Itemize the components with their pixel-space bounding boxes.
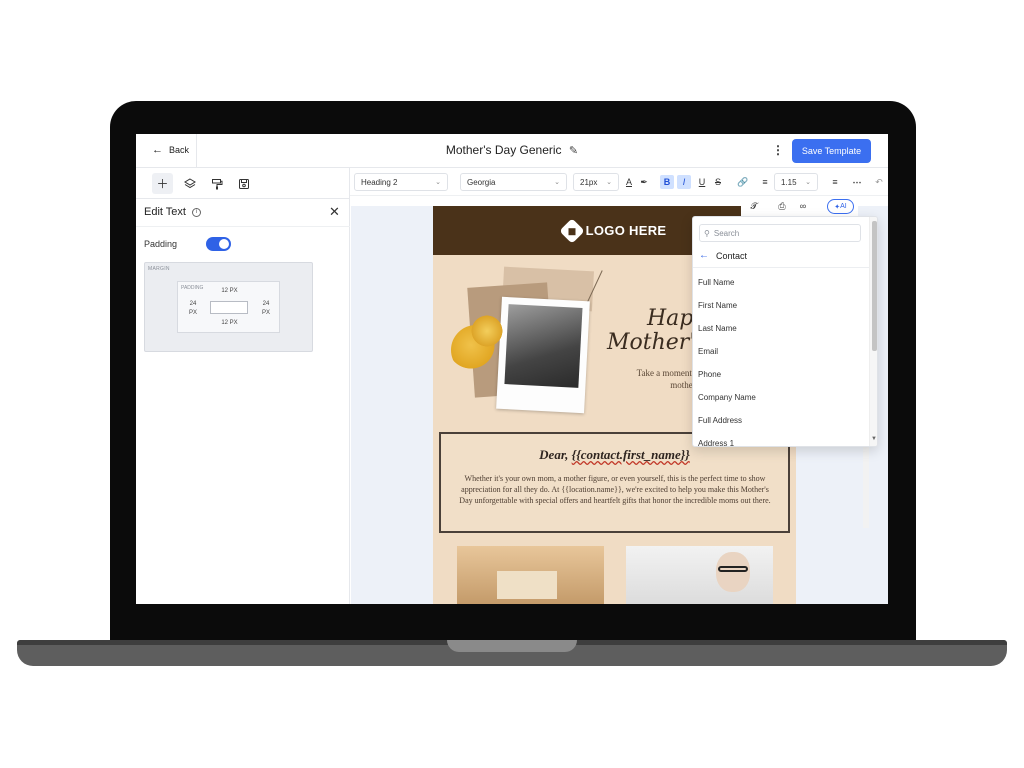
highlight-pen-icon[interactable]: ✒	[637, 175, 651, 189]
gift-photo[interactable]	[457, 546, 604, 604]
font-size-select[interactable]: 21px ⌄	[573, 173, 619, 191]
panel-tool-row: ＋	[152, 173, 254, 194]
panel-divider	[136, 198, 350, 199]
yellow-flower-decoration	[469, 313, 505, 349]
dropdown-scroll-thumb[interactable]	[872, 221, 877, 351]
greeting-merge-field: {{contact.first_name}}	[571, 447, 690, 462]
ai-button[interactable]: ✦ AI	[827, 199, 854, 214]
padding-top-value[interactable]: 12 PX	[178, 288, 281, 294]
logo-mark-icon	[558, 217, 585, 244]
clear-format-icon[interactable]: 𝓣	[747, 199, 761, 213]
merge-field-address-1[interactable]: Address 1	[693, 432, 871, 446]
dropdown-search[interactable]: ⚲	[699, 224, 861, 242]
mother-child-photo	[504, 304, 583, 388]
chevron-down-icon: ⌄	[606, 179, 612, 186]
padding-left-value[interactable]: 24 PX	[182, 300, 204, 318]
block-style-value: Heading 2	[361, 177, 398, 187]
undo-icon[interactable]: ↶	[872, 175, 886, 189]
padding-right-unit: PX	[261, 310, 270, 316]
arrow-left-icon: ←	[699, 250, 709, 261]
save-template-button[interactable]: Save Template	[792, 139, 871, 163]
save-disk-icon[interactable]	[233, 173, 254, 194]
strikethrough-icon[interactable]: S	[711, 175, 725, 189]
glasses	[718, 566, 748, 572]
padding-left-unit: PX	[188, 310, 197, 316]
italic-icon[interactable]: I	[677, 175, 691, 189]
text-color-icon[interactable]: A	[622, 175, 636, 189]
link-icon[interactable]: 🔗	[736, 175, 750, 189]
margin-box: MARGIN PADDING 12 PX 24 PX 24 PX 12 PX	[144, 262, 313, 352]
secondary-toolbar: 𝓣 ⎙ ∞ ✦ AI	[741, 196, 858, 216]
app-screen: ← Back Mother's Day Generic ✎ ⋮ Save Tem…	[136, 134, 888, 604]
padding-box: PADDING 12 PX 24 PX 24 PX 12 PX	[177, 281, 280, 333]
layers-icon[interactable]	[179, 173, 200, 194]
merge-field-full-address[interactable]: Full Address	[693, 409, 871, 432]
block-style-select[interactable]: Heading 2 ⌄	[354, 173, 448, 191]
paint-roller-icon[interactable]	[206, 173, 227, 194]
panel-divider	[136, 226, 350, 227]
padding-left-number: 24	[189, 301, 197, 307]
font-family-value: Georgia	[467, 177, 496, 187]
contact-back-button[interactable]: ← Contact	[699, 250, 747, 261]
line-height-value: 1.15	[781, 177, 797, 187]
chevron-down-icon: ⌄	[554, 179, 560, 186]
edit-text-label: Edit Text	[144, 206, 186, 218]
face	[716, 552, 750, 592]
dropdown-scrollbar[interactable]: ▼	[869, 217, 877, 446]
laptop-notch	[447, 640, 577, 652]
merge-field-first-name[interactable]: First Name	[693, 294, 871, 317]
chevron-down-icon: ⌄	[805, 179, 811, 186]
letter-body-text[interactable]: Whether it's your own mom, a mother figu…	[455, 473, 775, 506]
close-icon[interactable]: ✕	[329, 204, 340, 220]
content-box	[210, 301, 248, 314]
align-left-icon[interactable]: ≡	[758, 175, 772, 189]
ai-label: AI	[840, 203, 847, 210]
merge-field-full-name[interactable]: Full Name	[693, 271, 871, 294]
pencil-icon[interactable]: ✎	[569, 145, 578, 157]
padding-right-number: 24	[262, 301, 270, 307]
polaroid-photo	[496, 296, 590, 414]
padding-toggle[interactable]	[206, 237, 231, 251]
greeting-heading[interactable]: Dear, {{contact.first_name}}	[441, 447, 788, 463]
merge-field-company-name[interactable]: Company Name	[693, 386, 871, 409]
edit-text-title: Edit Text i	[144, 206, 201, 218]
font-family-select[interactable]: Georgia ⌄	[460, 173, 567, 191]
contact-label: Contact	[716, 250, 748, 261]
more-options-icon[interactable]: ⋮	[772, 143, 784, 157]
margin-label: MARGIN	[148, 266, 170, 272]
font-size-value: 21px	[580, 177, 598, 187]
gift-box	[497, 571, 557, 599]
search-icon: ⚲	[704, 228, 710, 238]
text-toolbar: Heading 2 ⌄ Georgia ⌄ 21px ⌄ A ✒ B I U S…	[350, 168, 888, 196]
greeting-prefix: Dear,	[539, 447, 572, 462]
logo-text: LOGO HERE	[585, 223, 667, 238]
bold-icon[interactable]: B	[660, 175, 674, 189]
bulleted-list-icon[interactable]: ≡	[828, 175, 842, 189]
chevron-down-icon: ⌄	[435, 179, 441, 186]
selected-text-block[interactable]: Dear, {{contact.first_name}} Whether it'…	[439, 432, 790, 533]
template-title-text[interactable]: Mother's Day Generic	[446, 143, 562, 157]
merge-field-last-name[interactable]: Last Name	[693, 317, 871, 340]
unlink-icon[interactable]: ∞	[796, 199, 810, 213]
line-height-select[interactable]: 1.15 ⌄	[774, 173, 818, 191]
toggle-knob	[219, 239, 229, 249]
merge-field-email[interactable]: Email	[693, 340, 871, 363]
padding-bottom-value[interactable]: 12 PX	[178, 320, 281, 326]
more-icon[interactable]: ⋯	[850, 175, 864, 189]
dropdown-divider	[693, 267, 877, 268]
woman-photo[interactable]	[626, 546, 773, 604]
top-header: ← Back Mother's Day Generic ✎ ⋮ Save Tem…	[136, 134, 888, 168]
scroll-down-icon[interactable]: ▼	[871, 436, 877, 442]
merge-field-dropdown: ⚲ ← Contact Full Name First Name Last Na…	[692, 216, 878, 447]
info-icon[interactable]: i	[192, 207, 201, 217]
merge-tag-icon[interactable]: ⎙	[775, 199, 789, 213]
merge-field-list: Full Name First Name Last Name Email Pho…	[693, 271, 871, 446]
underline-icon[interactable]: U	[695, 175, 709, 189]
padding-label: Padding	[144, 239, 178, 249]
merge-field-phone[interactable]: Phone	[693, 363, 871, 386]
search-input[interactable]	[713, 228, 844, 238]
padding-right-value[interactable]: 24 PX	[255, 300, 277, 318]
left-panel: ＋ Edit Text i ✕ Padding MARGIN PADDING 1…	[136, 168, 350, 604]
add-block-icon[interactable]: ＋	[152, 173, 173, 194]
